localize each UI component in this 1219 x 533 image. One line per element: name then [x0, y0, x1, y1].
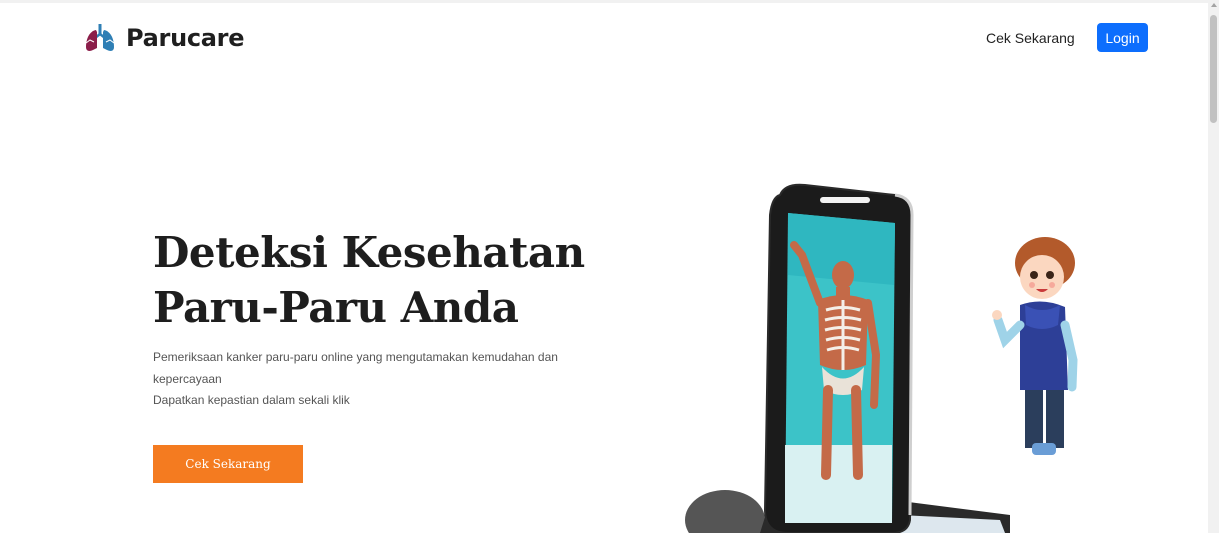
brand[interactable]: Parucare: [84, 22, 245, 54]
hero-title-line1: Deteksi Kesehatan: [153, 228, 585, 277]
hero-title: Deteksi Kesehatan Paru-Paru Anda: [153, 225, 593, 335]
phone-xray-boy-illustration: [685, 183, 1078, 533]
page-scrollbar[interactable]: [1208, 0, 1219, 533]
hero-title-line2: Paru-Paru Anda: [153, 283, 519, 332]
top-divider: [0, 0, 1208, 3]
scroll-up-arrow-icon[interactable]: [1211, 3, 1217, 7]
nav-cek-sekarang-link[interactable]: Cek Sekarang: [986, 30, 1075, 46]
hero-description-line2: Dapatkan kepastian dalam sekali klik: [153, 393, 350, 407]
cek-sekarang-button[interactable]: Cek Sekarang: [153, 445, 303, 483]
landing-page: Parucare Cek Sekarang Login Deteksi Kese…: [0, 0, 1219, 533]
brand-name: Parucare: [126, 24, 245, 52]
hero-description: Pemeriksaan kanker paru-paru online yang…: [153, 347, 573, 412]
lungs-icon: [85, 24, 115, 51]
scrollbar-thumb[interactable]: [1210, 15, 1217, 123]
hero-description-line1: Pemeriksaan kanker paru-paru online yang…: [153, 350, 558, 386]
login-button[interactable]: Login: [1097, 23, 1148, 52]
